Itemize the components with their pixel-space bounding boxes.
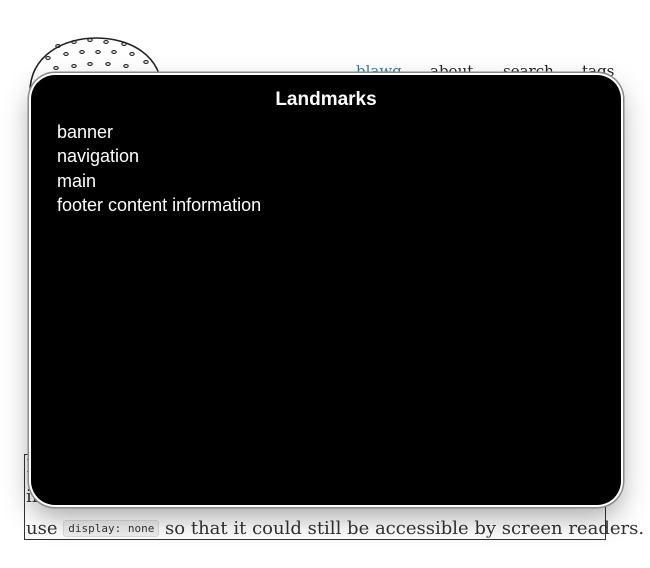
content-line3: use display: none so that it could still… — [26, 517, 644, 543]
landmarks-title: Landmarks — [275, 89, 377, 110]
landmark-item-banner[interactable]: banner — [57, 120, 261, 144]
landmark-item-main[interactable]: main — [57, 169, 261, 193]
landmark-item-navigation[interactable]: navigation — [57, 144, 261, 168]
landmarks-rotor-panel: Landmarks banner navigation main footer … — [31, 75, 621, 505]
inline-code: display: none — [63, 520, 160, 537]
content-line3-suffix: so that it could still be accessible by … — [165, 518, 645, 539]
content-line3-prefix: use — [26, 518, 58, 539]
landmarks-list: banner navigation main footer content in… — [57, 120, 261, 217]
landmark-item-footer[interactable]: footer content information — [57, 193, 261, 217]
